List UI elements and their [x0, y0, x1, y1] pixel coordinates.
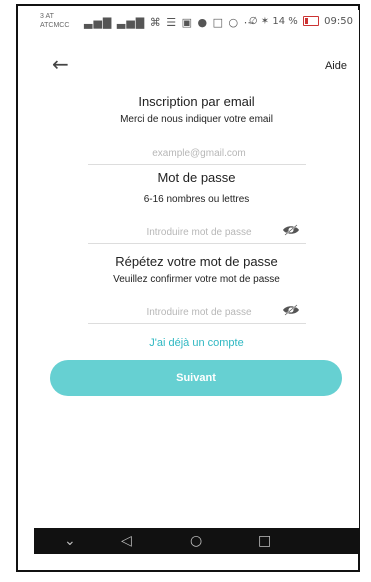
password-subtitle: 6-16 nombres ou lettres [143, 194, 250, 205]
confirm-subtitle: Veuillez confirmer votre mot de passe [113, 274, 280, 285]
status-right-icons: ∅ ✶ [248, 16, 270, 27]
top-bar: ← Aide [34, 54, 359, 78]
email-subtitle: Merci de nous indiquer votre email [120, 114, 273, 125]
password-input[interactable] [88, 221, 310, 243]
back-triangle-icon[interactable]: ◁ [121, 533, 132, 549]
status-icons: ▃▅▇ ▃▅▇ ⌘ ☰ ▣ ● □ ○ ⋯ [84, 16, 256, 29]
confirm-password-field[interactable] [88, 301, 310, 324]
battery-icon [302, 16, 319, 26]
eye-hidden-icon[interactable] [282, 224, 300, 236]
password-field[interactable] [88, 221, 310, 244]
eye-hidden-icon[interactable] [282, 304, 300, 316]
confirm-title: Répétez votre mot de passe [115, 254, 278, 269]
next-button[interactable]: Suivant [50, 360, 342, 396]
battery-percent: 14 % [272, 16, 298, 27]
carrier-line-2: ATCMCC [40, 22, 70, 29]
confirm-password-input[interactable] [88, 301, 310, 323]
phone-screen: 3 AT ATCMCC ▃▅▇ ▃▅▇ ⌘ ☰ ▣ ● □ ○ ⋯ ∅ ✶ 14… [34, 10, 359, 554]
clock: 09:50 [324, 16, 353, 27]
carrier-line-1: 3 AT [40, 13, 54, 20]
android-navigation-bar: ⌄ ◁ ○ □ [34, 528, 359, 554]
home-circle-icon[interactable]: ○ [190, 533, 202, 549]
already-have-account-link[interactable]: J'ai déjà un compte [34, 337, 359, 349]
recent-apps-icon[interactable]: □ [258, 533, 271, 549]
back-arrow-icon[interactable]: ← [52, 54, 69, 74]
status-bar: 3 AT ATCMCC ▃▅▇ ▃▅▇ ⌘ ☰ ▣ ● □ ○ ⋯ ∅ ✶ 14… [34, 10, 359, 38]
email-title: Inscription par email [138, 94, 255, 109]
chevron-down-icon[interactable]: ⌄ [64, 533, 76, 549]
status-right: ∅ ✶ 14 % 09:50 [249, 16, 353, 27]
email-input[interactable] [88, 142, 310, 164]
carrier-text: 3 AT ATCMCC [40, 12, 69, 30]
help-link[interactable]: Aide [325, 60, 347, 72]
password-title: Mot de passe [157, 170, 236, 185]
email-field[interactable] [88, 142, 310, 165]
